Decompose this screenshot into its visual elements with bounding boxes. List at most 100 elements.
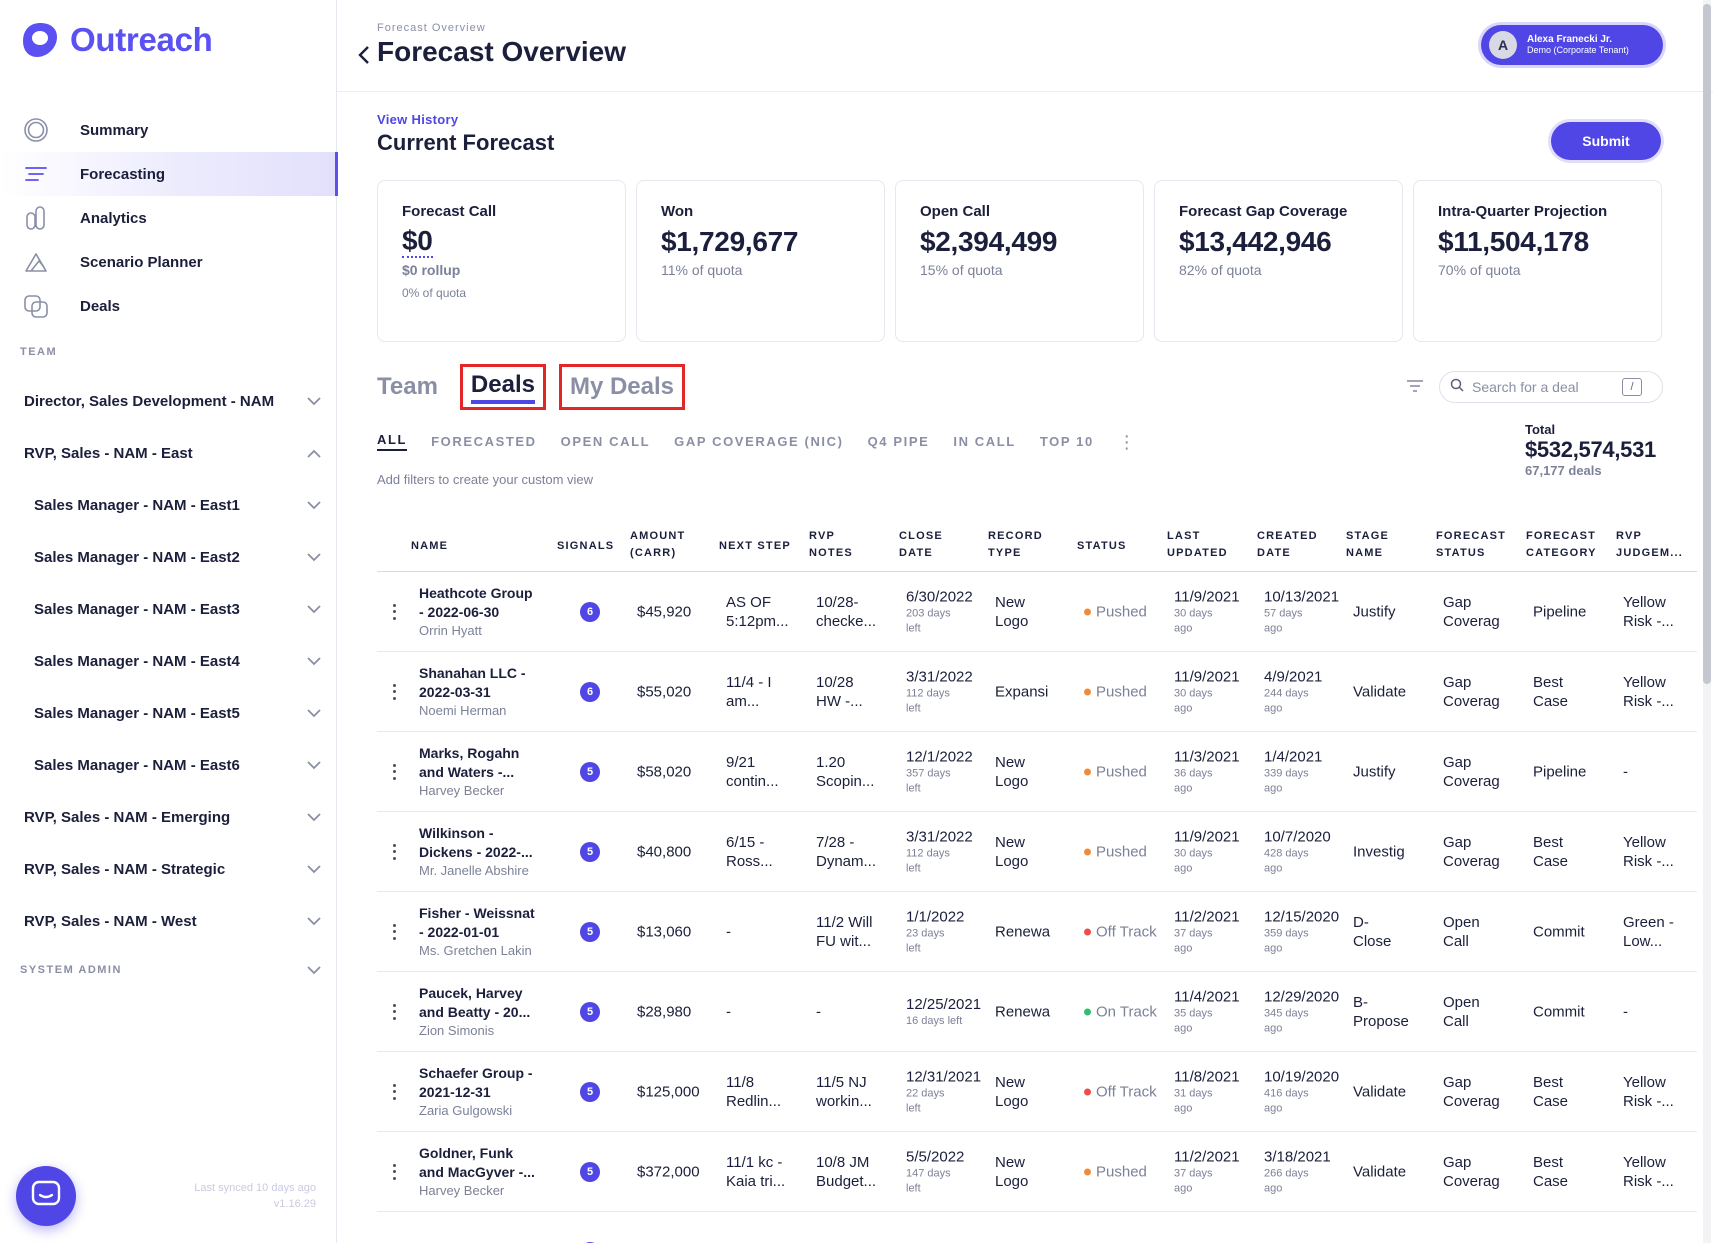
back-arrow-icon[interactable]	[354, 40, 374, 70]
column-header-forecast-category[interactable]: FORECAST CATEGORY	[1526, 528, 1597, 562]
row-menu-icon[interactable]	[389, 1083, 399, 1100]
signals-badge[interactable]: 5	[580, 1161, 600, 1182]
chevron-down-icon[interactable]	[305, 704, 323, 722]
view-all[interactable]: ALL	[377, 432, 408, 451]
deal-name-line[interactable]: Marks, Rogahn	[419, 744, 549, 763]
view-q4-pipe[interactable]: Q4 PIPE	[868, 434, 930, 449]
chevron-down-icon[interactable]	[305, 912, 323, 930]
view-gap-coverage[interactable]: GAP COVERAGE (NIC)	[674, 434, 843, 449]
scrollbar-thumb[interactable]	[1703, 4, 1711, 684]
column-header-rvp-judgement[interactable]: RVP JUDGEM...	[1616, 528, 1683, 562]
deal-name-line[interactable]: Wilkinson -	[419, 824, 549, 843]
deal-name-line[interactable]: Schaefer Group -	[419, 1064, 549, 1083]
nav-item-summary[interactable]: Summary	[0, 108, 337, 152]
deal-name-line[interactable]: Dickens - 2022-...	[419, 843, 549, 862]
more-views-icon[interactable]: ⋮	[1118, 433, 1136, 451]
table-row[interactable]: Wilkinson - Dickens - 2022-... Mr. Janelle…	[377, 812, 1697, 892]
team-item[interactable]: Sales Manager - NAM - East4	[0, 635, 337, 687]
deal-name-line[interactable]: and Beatty - 20...	[419, 1003, 549, 1022]
table-row[interactable]: Goldner, Funk and MacGyver -... Harvey Bec…	[377, 1132, 1697, 1212]
row-menu-icon[interactable]	[389, 923, 399, 940]
deal-name-line[interactable]: and Waters -...	[419, 763, 549, 782]
chevron-down-icon[interactable]	[305, 392, 323, 410]
deal-name-line[interactable]: 2021-12-31	[419, 1083, 549, 1102]
deal-name-line[interactable]: Paucek, Harvey	[419, 984, 549, 1003]
deal-name-line[interactable]: and MacGyver -...	[419, 1163, 549, 1182]
table-row[interactable]: Heathcote Group - 2022-06-30 Orrin Hyatt 6 $…	[377, 572, 1697, 652]
team-item[interactable]: RVP, Sales - NAM - Strategic	[0, 843, 337, 895]
system-admin-section[interactable]: SYSTEM ADMIN	[0, 958, 337, 982]
signals-badge[interactable]: 5	[580, 841, 600, 862]
column-header-amount[interactable]: AMOUNT (CARR)	[630, 528, 685, 562]
metric-card-forecast-call[interactable]: Forecast Call $0 $0 rollup 0% of quota	[377, 180, 626, 342]
table-row[interactable]: Marks, Rogahn and Waters -... Harvey Becke…	[377, 732, 1697, 812]
row-menu-icon[interactable]	[389, 763, 399, 780]
chevron-down-icon[interactable]	[305, 860, 323, 878]
column-header-close-date[interactable]: CLOSE DATE	[899, 528, 943, 562]
column-header-next-step[interactable]: NEXT STEP	[719, 538, 791, 555]
submit-button[interactable]: Submit	[1551, 122, 1661, 160]
row-menu-icon[interactable]	[389, 1163, 399, 1180]
signals-badge[interactable]: 5	[580, 1001, 600, 1022]
team-item[interactable]: RVP, Sales - NAM - East	[0, 427, 337, 479]
metric-card-gap-coverage[interactable]: Forecast Gap Coverage $13,442,946 82% of…	[1154, 180, 1403, 342]
team-item[interactable]: RVP, Sales - NAM - Emerging	[0, 791, 337, 843]
team-item[interactable]: Director, Sales Development - NAM	[0, 375, 337, 427]
table-row[interactable]: Fisher - Weissnat - 2022-01-01 Ms. Gretche…	[377, 892, 1697, 972]
view-in-call[interactable]: IN CALL	[953, 434, 1015, 449]
row-menu-icon[interactable]	[389, 1003, 399, 1020]
deal-name-line[interactable]: - 2022-06-30	[419, 603, 549, 622]
column-header-name[interactable]: NAME	[411, 538, 448, 555]
breadcrumb[interactable]: Forecast Overview	[377, 22, 486, 34]
signals-badge[interactable]: 6	[580, 601, 600, 622]
view-forecasted[interactable]: FORECASTED	[431, 434, 537, 449]
column-header-record-type[interactable]: RECORD TYPE	[988, 528, 1043, 562]
view-top-10[interactable]: TOP 10	[1040, 434, 1094, 449]
search-input[interactable]	[1472, 379, 1622, 395]
deal-name-line[interactable]: - 2022-01-01	[419, 923, 549, 942]
chevron-down-icon[interactable]	[305, 548, 323, 566]
signals-badge[interactable]: 5	[580, 1081, 600, 1102]
table-row[interactable]: Hoppe and Sons -510/28B-OpenYellow11/1/2…	[377, 1212, 1697, 1243]
tab-deals[interactable]: Deals	[459, 364, 546, 410]
nav-item-forecasting[interactable]: Forecasting	[0, 152, 338, 196]
tab-my-deals[interactable]: My Deals	[558, 364, 686, 410]
deal-name-line[interactable]: 2022-03-31	[419, 683, 549, 702]
outreach-logo[interactable]: Outreach	[20, 20, 213, 60]
table-row[interactable]: Schaefer Group -2021-12-31 Zaria Gulgowsk…	[377, 1052, 1697, 1132]
nav-item-deals[interactable]: Deals	[0, 284, 337, 328]
chevron-up-icon[interactable]	[305, 444, 323, 462]
table-row[interactable]: Paucek, Harvey and Beatty - 20... Zion Sim…	[377, 972, 1697, 1052]
metric-card-intra-quarter[interactable]: Intra-Quarter Projection $11,504,178 70%…	[1413, 180, 1662, 342]
view-open-call[interactable]: OPEN CALL	[561, 434, 651, 449]
column-header-last-updated[interactable]: LAST UPDATED	[1167, 528, 1228, 562]
chat-launcher-button[interactable]	[16, 1166, 76, 1226]
metric-card-open-call[interactable]: Open Call $2,394,499 15% of quota	[895, 180, 1144, 342]
deal-name-line[interactable]: Fisher - Weissnat	[419, 904, 549, 923]
column-header-forecast-status[interactable]: FORECAST STATUS	[1436, 528, 1506, 562]
chevron-down-icon[interactable]	[305, 652, 323, 670]
chevron-down-icon[interactable]	[305, 756, 323, 774]
row-menu-icon[interactable]	[389, 683, 399, 700]
team-item[interactable]: Sales Manager - NAM - East1	[0, 479, 337, 531]
signals-badge[interactable]: 5	[580, 921, 600, 942]
team-item[interactable]: Sales Manager - NAM - East5	[0, 687, 337, 739]
deal-name-line[interactable]: Shanahan LLC -	[419, 664, 549, 683]
chevron-down-icon[interactable]	[305, 496, 323, 514]
row-menu-icon[interactable]	[389, 843, 399, 860]
nav-item-analytics[interactable]: Analytics	[0, 196, 337, 240]
deal-name-line[interactable]: Goldner, Funk	[419, 1144, 549, 1163]
metric-value[interactable]: $0	[402, 226, 433, 258]
table-row[interactable]: Shanahan LLC -2022-03-31 Noemi Herman 6 $55…	[377, 652, 1697, 732]
team-item[interactable]: Sales Manager - NAM - East3	[0, 583, 337, 635]
chevron-down-icon[interactable]	[305, 808, 323, 826]
chevron-down-icon[interactable]	[305, 961, 323, 979]
deal-name-line[interactable]: Heathcote Group	[419, 584, 549, 603]
chevron-down-icon[interactable]	[305, 600, 323, 618]
metric-card-won[interactable]: Won $1,729,677 11% of quota	[636, 180, 885, 342]
signals-badge[interactable]: 6	[580, 681, 600, 702]
column-header-status[interactable]: STATUS	[1077, 538, 1127, 555]
view-history-link[interactable]: View History	[377, 112, 458, 127]
column-header-stage-name[interactable]: STAGE NAME	[1346, 528, 1389, 562]
user-menu[interactable]: A Alexa Franecki Jr. Demo (Corporate Ten…	[1481, 25, 1663, 65]
